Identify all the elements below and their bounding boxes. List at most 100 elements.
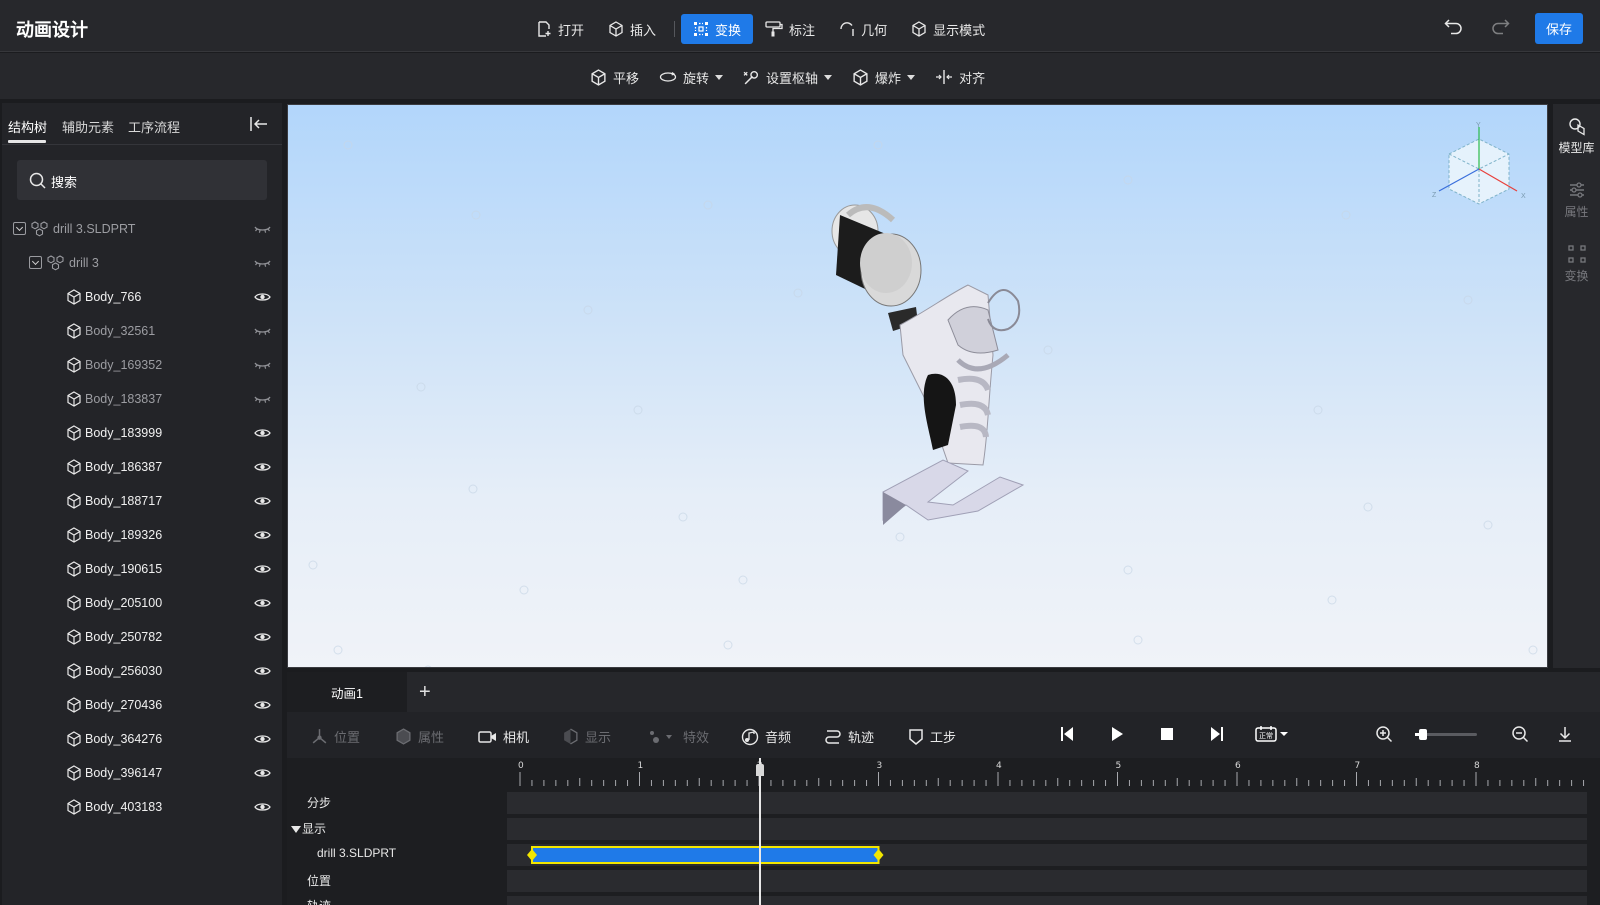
zoom-slider-handle[interactable] xyxy=(1419,729,1427,740)
tree-item[interactable]: Body_364276 xyxy=(2,721,282,755)
tree-item[interactable]: Body_169352 xyxy=(2,347,282,381)
eye-icon[interactable] xyxy=(254,529,271,544)
tree-item[interactable]: Body_205100 xyxy=(2,585,282,619)
property-tool-button[interactable]: 属性 xyxy=(395,727,444,746)
tree-item[interactable]: Body_403183 xyxy=(2,789,282,823)
next-frame-button[interactable] xyxy=(1209,725,1225,746)
eye-icon[interactable] xyxy=(254,631,271,646)
align-button[interactable]: 对齐 xyxy=(925,68,995,87)
set-pivot-button[interactable]: 设置枢轴 xyxy=(733,68,842,87)
eye-icon[interactable] xyxy=(254,563,271,578)
playhead[interactable] xyxy=(759,758,761,905)
insert-button[interactable]: 插入 xyxy=(596,14,668,44)
eye-icon[interactable] xyxy=(254,427,271,442)
playhead-handle[interactable] xyxy=(756,764,764,776)
tree-item[interactable]: Body_188717 xyxy=(2,483,282,517)
rail-transform-button[interactable]: 变换 xyxy=(1553,244,1600,284)
collapse-panel-icon[interactable] xyxy=(250,117,268,134)
search-input[interactable]: 搜索 xyxy=(17,160,267,200)
tree-item[interactable]: Body_32561 xyxy=(2,313,282,347)
view-cube[interactable]: Y X Z xyxy=(1429,119,1529,219)
track-display-group[interactable]: 显示 xyxy=(291,820,326,837)
tree-item[interactable]: drill 3.SLDPRT xyxy=(2,211,282,245)
eye-closed-icon[interactable] xyxy=(254,257,271,272)
tree-item-label: Body_403183 xyxy=(85,800,163,814)
annotate-button[interactable]: 标注 xyxy=(753,14,827,44)
tab-animation-1[interactable]: 动画1 xyxy=(287,672,407,712)
tab-auxiliary-elements[interactable]: 辅助元素 xyxy=(62,117,114,136)
timeline-ruler[interactable]: 012345678 xyxy=(507,758,1600,790)
undo-button[interactable] xyxy=(1444,17,1464,38)
tree-item[interactable]: Body_256030 xyxy=(2,653,282,687)
tree-item[interactable]: Body_183837 xyxy=(2,381,282,415)
tree-item[interactable]: Body_183999 xyxy=(2,415,282,449)
camera-tool-button[interactable]: 相机 xyxy=(478,727,529,746)
playback-speed-select[interactable]: 正常 xyxy=(1255,725,1289,746)
tree-item[interactable]: Body_396147 xyxy=(2,755,282,789)
eye-icon[interactable] xyxy=(254,801,271,816)
properties-button[interactable]: 属性 xyxy=(1553,180,1600,220)
model-library-button[interactable]: 模型库 xyxy=(1553,116,1600,156)
download-button[interactable] xyxy=(1557,725,1573,746)
tree-item[interactable]: Body_186387 xyxy=(2,449,282,483)
audio-tool-button[interactable]: 音频 xyxy=(741,727,791,746)
tree-item-label: Body_183837 xyxy=(85,392,163,406)
eye-icon[interactable] xyxy=(254,699,271,714)
step-tool-button[interactable]: 工步 xyxy=(908,727,956,746)
expand-toggle-icon[interactable] xyxy=(13,222,26,235)
eye-icon[interactable] xyxy=(254,733,271,748)
eye-icon[interactable] xyxy=(254,597,271,612)
model-library-label: 模型库 xyxy=(1558,141,1595,155)
transform-button[interactable]: 变换 xyxy=(681,14,754,44)
add-animation-icon[interactable]: + xyxy=(419,681,431,704)
tab-process-flow[interactable]: 工序流程 xyxy=(128,117,180,136)
rotate-button[interactable]: 旋转 xyxy=(649,68,733,87)
ruler-tick-label: 4 xyxy=(996,761,1002,771)
display-clip-bar[interactable] xyxy=(531,846,880,864)
stop-button[interactable] xyxy=(1159,725,1175,746)
zoom-in-button[interactable] xyxy=(1375,725,1393,746)
open-button[interactable]: 打开 xyxy=(524,14,596,44)
tree-item[interactable]: Body_190615 xyxy=(2,551,282,585)
zoom-out-button[interactable] xyxy=(1511,725,1529,746)
play-button[interactable] xyxy=(1109,725,1125,746)
tree-item-label: Body_188717 xyxy=(85,494,163,508)
save-button[interactable]: 保存 xyxy=(1535,13,1583,44)
tree-item[interactable]: Body_766 xyxy=(2,279,282,313)
display-mode-button[interactable]: 显示模式 xyxy=(899,14,997,44)
tree-item[interactable]: Body_250782 xyxy=(2,619,282,653)
eye-closed-icon[interactable] xyxy=(254,223,271,238)
eye-icon[interactable] xyxy=(254,767,271,782)
translate-button[interactable]: 平移 xyxy=(580,68,649,87)
display-icon xyxy=(564,728,578,745)
part-icon xyxy=(66,289,82,308)
tree-item[interactable]: drill 3 xyxy=(2,245,282,279)
previous-frame-button[interactable] xyxy=(1059,725,1075,746)
tree-item[interactable]: Body_189326 xyxy=(2,517,282,551)
eye-icon[interactable] xyxy=(254,291,271,306)
eye-icon[interactable] xyxy=(254,495,271,510)
stop-icon xyxy=(1161,728,1173,740)
display-tool-button[interactable]: 显示 xyxy=(562,727,611,746)
eye-icon[interactable] xyxy=(254,665,271,680)
path-tool-button[interactable]: 轨迹 xyxy=(824,727,874,746)
explode-button[interactable]: 爆炸 xyxy=(842,68,925,87)
geometry-button[interactable]: 几何 xyxy=(827,14,899,44)
3d-viewport[interactable]: Y X Z xyxy=(287,104,1548,668)
position-tool-button[interactable]: 位置 xyxy=(311,727,360,746)
expand-toggle-icon[interactable] xyxy=(29,256,42,269)
tab-structure-tree[interactable]: 结构树 xyxy=(8,117,47,136)
part-icon xyxy=(66,527,82,546)
transform-tools: 平移 旋转 设置枢轴 爆炸 对齐 xyxy=(580,62,995,92)
timeline-zoom-slider[interactable] xyxy=(1415,729,1477,740)
property-tool-label: 属性 xyxy=(418,730,445,745)
eye-closed-icon[interactable] xyxy=(254,393,271,408)
redo-button[interactable] xyxy=(1490,17,1510,38)
panel-tabs: 结构树 辅助元素 工序流程 xyxy=(2,103,282,145)
set-pivot-label: 设置枢轴 xyxy=(766,70,819,86)
tree-item[interactable]: Body_270436 xyxy=(2,687,282,721)
effects-tool-button[interactable]: 特效 xyxy=(647,727,709,746)
eye-closed-icon[interactable] xyxy=(254,359,271,374)
eye-closed-icon[interactable] xyxy=(254,325,271,340)
eye-icon[interactable] xyxy=(254,461,271,476)
